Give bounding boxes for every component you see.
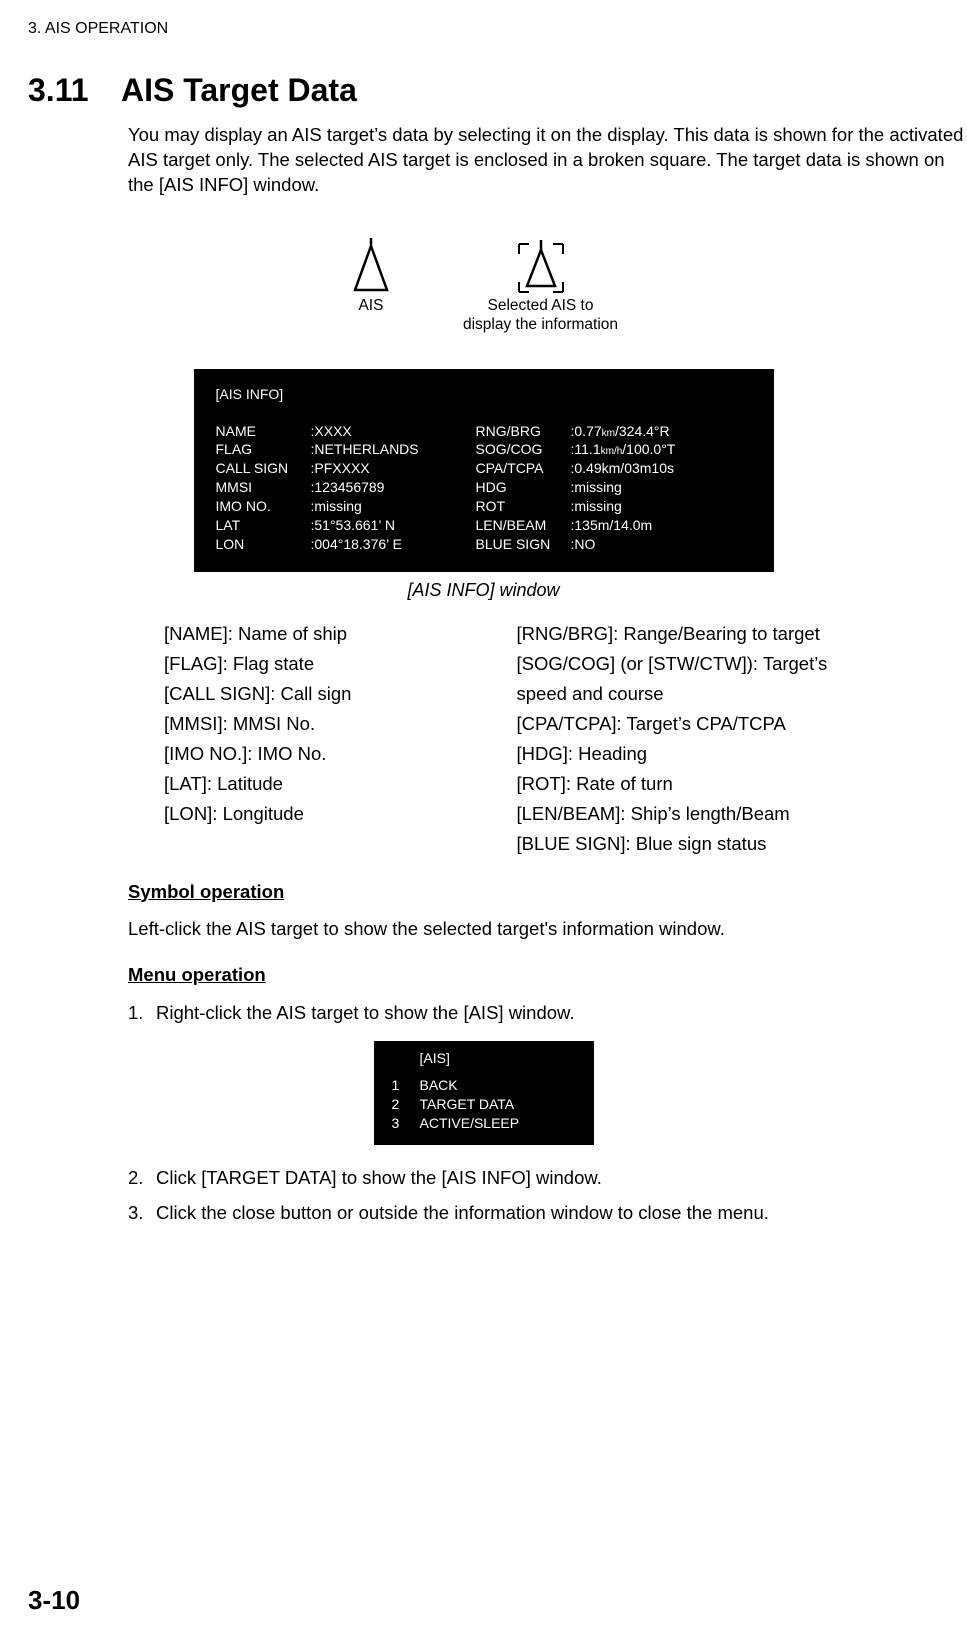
ais-menu-window: [AIS] 1 BACK 2 TARGET DATA 3 ACTIVE/SLEE…: [374, 1041, 594, 1145]
def-lat: [LAT]: Latitude: [164, 769, 517, 799]
label-rot: ROT: [476, 497, 571, 516]
symbol-operation-text: Left-click the AIS target to show the se…: [128, 917, 967, 942]
section-title: AIS Target Data: [121, 72, 357, 109]
document-page: 3. AIS OPERATION 3.11 AIS Target Data Yo…: [0, 0, 967, 1640]
selected-ais-triangle-icon: [509, 238, 573, 296]
label-imo: IMO NO.: [216, 497, 311, 516]
intro-paragraph: You may display an AIS target’s data by …: [128, 123, 967, 198]
value-lon: :004°18.376’ E: [311, 535, 476, 554]
label-hdg: HDG: [476, 478, 571, 497]
def-rot: [ROT]: Rate of turn: [517, 769, 870, 799]
value-callsign: :PFXXXX: [311, 459, 476, 478]
def-name: [NAME]: Name of ship: [164, 619, 517, 649]
ais-triangle-icon: [349, 238, 393, 296]
section-heading-row: 3.11 AIS Target Data: [0, 72, 967, 109]
def-len: [LEN/BEAM]: Ship’s length/Beam: [517, 799, 870, 829]
step-2: 2.Click [TARGET DATA] to show the [AIS I…: [128, 1163, 967, 1193]
def-hdg: [HDG]: Heading: [517, 739, 870, 769]
selected-ais-label-line1: Selected AIS to: [488, 296, 594, 315]
value-name: :XXXX: [311, 422, 476, 441]
value-rot: :missing: [571, 497, 752, 516]
ais-symbol-diagram: AIS Selected AIS to display the informat…: [0, 238, 967, 335]
def-blue: [BLUE SIGN]: Blue sign status: [517, 829, 870, 859]
step-3-text: Click the close button or outside the in…: [156, 1202, 769, 1223]
def-sog: [SOG/COG] (or [STW/CTW]): Target’s speed…: [517, 649, 870, 709]
value-mmsi: :123456789: [311, 478, 476, 497]
def-rng: [RNG/BRG]: Range/Bearing to target: [517, 619, 870, 649]
ais-symbol-label: AIS: [358, 296, 383, 315]
def-callsign: [CALL SIGN]: Call sign: [164, 679, 517, 709]
step-1-number: 1.: [128, 998, 156, 1028]
value-hdg: :missing: [571, 478, 752, 497]
label-name: NAME: [216, 422, 311, 441]
ais-info-window: [AIS INFO] NAME FLAG CALL SIGN MMSI IMO …: [194, 369, 774, 572]
label-lon: LON: [216, 535, 311, 554]
step-3: 3.Click the close button or outside the …: [128, 1198, 967, 1228]
step-1-text: Right-click the AIS target to show the […: [156, 1002, 575, 1023]
label-mmsi: MMSI: [216, 478, 311, 497]
label-lat: LAT: [216, 516, 311, 535]
label-len: LEN/BEAM: [476, 516, 571, 535]
label-rng-brg: RNG/BRG: [476, 422, 571, 441]
ais-info-right-values: :0.77km/324.4°R :11.1km/h/100.0°T :0.49k…: [571, 422, 752, 554]
ais-info-window-caption: [AIS INFO] window: [0, 580, 967, 601]
def-cpa: [CPA/TCPA]: Target’s CPA/TCPA: [517, 709, 870, 739]
value-blue: :NO: [571, 535, 752, 554]
menu-item-target-data[interactable]: 2 TARGET DATA: [392, 1095, 576, 1114]
field-definitions: [NAME]: Name of ship [FLAG]: Flag state …: [164, 619, 869, 859]
def-flag: [FLAG]: Flag state: [164, 649, 517, 679]
ais-menu-title: [AIS]: [420, 1049, 576, 1068]
ais-info-left-values: :XXXX :NETHERLANDS :PFXXXX :123456789 :m…: [311, 422, 476, 554]
step-2-text: Click [TARGET DATA] to show the [AIS INF…: [156, 1167, 602, 1188]
field-defs-right: [RNG/BRG]: Range/Bearing to target [SOG/…: [517, 619, 870, 859]
def-mmsi: [MMSI]: MMSI No.: [164, 709, 517, 739]
chapter-header: 3. AIS OPERATION: [28, 20, 967, 38]
section-number: 3.11: [28, 72, 89, 109]
value-flag: :NETHERLANDS: [311, 440, 476, 459]
label-blue: BLUE SIGN: [476, 535, 571, 554]
step-3-number: 3.: [128, 1198, 156, 1228]
value-len: :135m/14.0m: [571, 516, 752, 535]
step-1: 1.Right-click the AIS target to show the…: [128, 998, 967, 1028]
label-sog-cog: SOG/COG: [476, 440, 571, 459]
menu-item-active-sleep[interactable]: 3 ACTIVE/SLEEP: [392, 1114, 576, 1133]
ais-info-right-labels: RNG/BRG SOG/COG CPA/TCPA HDG ROT LEN/BEA…: [476, 422, 571, 554]
value-imo: :missing: [311, 497, 476, 516]
label-flag: FLAG: [216, 440, 311, 459]
field-defs-left: [NAME]: Name of ship [FLAG]: Flag state …: [164, 619, 517, 859]
page-number: 3-10: [28, 1585, 80, 1616]
value-cpa: :0.49km/03m10s: [571, 459, 752, 478]
menu-operation-heading: Menu operation: [128, 964, 967, 986]
def-imo: [IMO NO.]: IMO No.: [164, 739, 517, 769]
selected-ais-label-line2: display the information: [463, 315, 618, 334]
label-cpa: CPA/TCPA: [476, 459, 571, 478]
value-lat: :51°53.661’ N: [311, 516, 476, 535]
menu-item-back[interactable]: 1 BACK: [392, 1076, 576, 1095]
label-callsign: CALL SIGN: [216, 459, 311, 478]
value-sog-cog: :11.1km/h/100.0°T: [571, 440, 752, 459]
value-rng-brg: :0.77km/324.4°R: [571, 422, 752, 441]
def-lon: [LON]: Longitude: [164, 799, 517, 829]
ais-info-left-labels: NAME FLAG CALL SIGN MMSI IMO NO. LAT LON: [216, 422, 311, 554]
step-2-number: 2.: [128, 1163, 156, 1193]
symbol-operation-heading: Symbol operation: [128, 881, 967, 903]
ais-info-title: [AIS INFO]: [216, 385, 752, 404]
